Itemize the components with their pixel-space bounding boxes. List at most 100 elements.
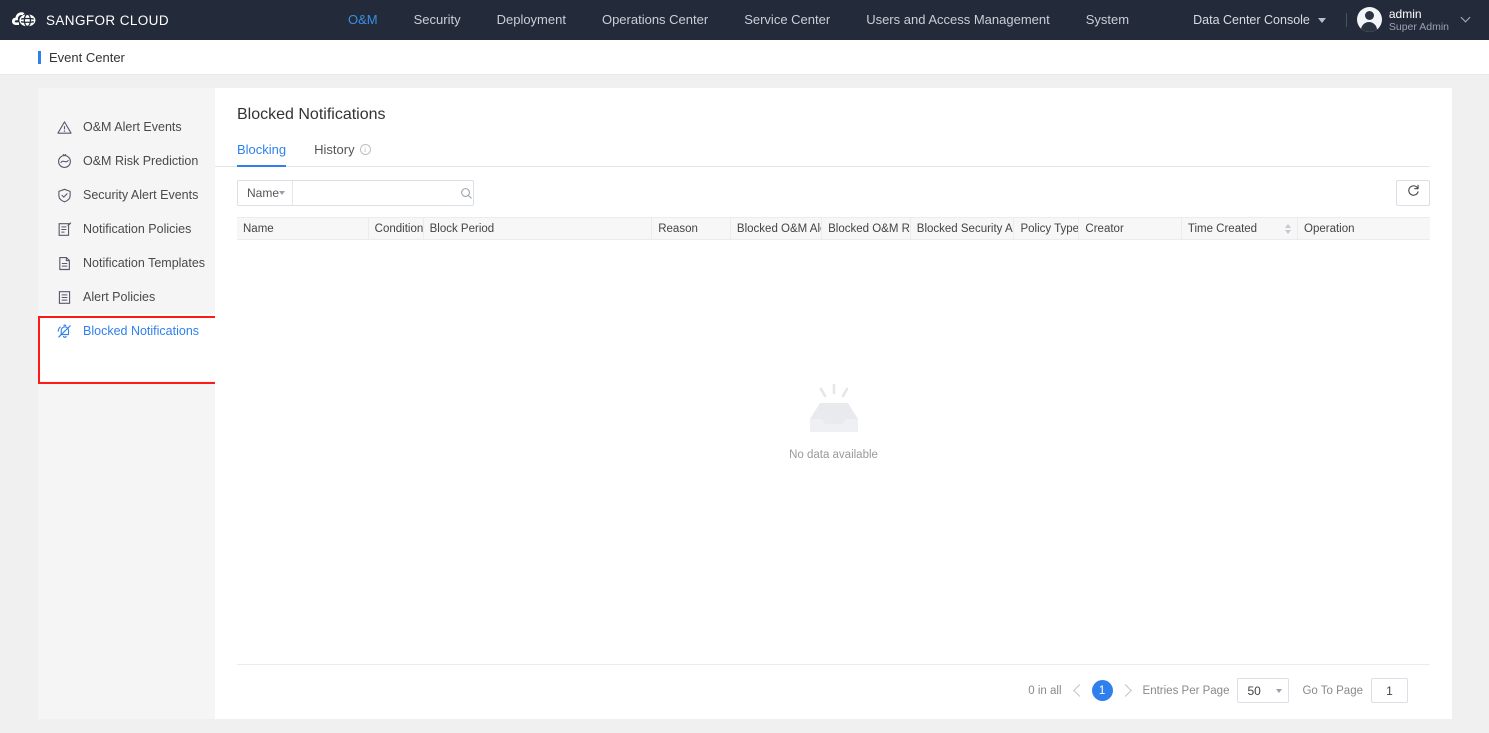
empty-state-text: No data available	[789, 449, 878, 461]
avatar	[1356, 7, 1382, 33]
bell-muted-icon	[57, 323, 72, 339]
column-label: Blocked O&M Risks	[828, 222, 910, 235]
console-selector[interactable]: Data Center Console	[1183, 13, 1336, 27]
column-label: Policy Type	[1020, 222, 1079, 235]
cloud-logo-icon	[12, 9, 38, 31]
sidebar-item-label: Alert Policies	[83, 290, 156, 304]
blocked-notifications-table: Name Conditions Block Period Reason Bloc…	[237, 217, 1430, 240]
nav-item-operations-center[interactable]: Operations Center	[584, 0, 726, 40]
tab-label: Blocking	[237, 142, 287, 157]
prev-page-button[interactable]	[1072, 684, 1086, 697]
breadcrumb: Event Center	[0, 40, 1489, 75]
table-toolbar: Name	[215, 167, 1452, 206]
column-label: Operation	[1304, 222, 1355, 235]
total-count-label: 0 in all	[1028, 684, 1062, 697]
sidebar-item-label: Blocked Notifications	[83, 324, 200, 338]
go-to-page-input[interactable]	[1371, 678, 1408, 703]
top-navigation-bar: SANGFOR CLOUD O&M Security Deployment Op…	[0, 0, 1489, 40]
warning-triangle-icon	[57, 120, 72, 135]
column-header-conditions[interactable]: Conditions	[368, 217, 424, 240]
document-edit-icon	[57, 221, 72, 237]
tab-history[interactable]: History i	[314, 142, 371, 166]
sidebar-item-security-alert-events[interactable]: Security Alert Events	[38, 178, 215, 212]
risk-prediction-icon	[57, 153, 72, 169]
nav-item-system[interactable]: System	[1068, 0, 1147, 40]
column-header-time-created[interactable]: Time Created	[1181, 217, 1299, 240]
tab-label: History	[314, 142, 355, 157]
document-icon	[57, 256, 72, 271]
page-title: Blocked Notifications	[237, 106, 386, 123]
page-body: O&M Alert Events O&M Risk Prediction Sec…	[0, 75, 1489, 733]
entries-per-page-label: Entries Per Page	[1142, 684, 1230, 697]
entries-per-page-select[interactable]: 50	[1237, 678, 1290, 703]
brand: SANGFOR CLOUD	[0, 9, 330, 31]
brand-name: SANGFOR CLOUD	[46, 12, 169, 28]
sidebar-item-om-risk-prediction[interactable]: O&M Risk Prediction	[38, 144, 215, 178]
column-header-block-period[interactable]: Block Period	[423, 217, 653, 240]
empty-inbox-icon	[802, 383, 866, 440]
column-label: Blocked O&M Alerts	[736, 222, 821, 235]
divider	[1345, 13, 1347, 27]
tab-bar: Blocking History i	[215, 124, 1430, 167]
user-name: admin	[1388, 6, 1422, 21]
sidebar-active-spacer	[38, 348, 215, 381]
column-header-blocked-security-alerts[interactable]: Blocked Security Alerts	[910, 217, 1015, 240]
nav-item-security[interactable]: Security	[396, 0, 479, 40]
console-selector-label: Data Center Console	[1193, 13, 1310, 27]
nav-item-users-access-management[interactable]: Users and Access Management	[848, 0, 1068, 40]
top-nav-right: Data Center Console admin Super Admin	[1183, 0, 1481, 40]
nav-item-deployment[interactable]: Deployment	[479, 0, 584, 40]
column-label: Time Created	[1187, 222, 1258, 235]
sidebar-item-label: O&M Risk Prediction	[83, 154, 199, 168]
nav-item-service-center[interactable]: Service Center	[726, 0, 848, 40]
sidebar-item-label: Notification Templates	[83, 256, 206, 270]
chevron-down-icon	[1317, 17, 1326, 23]
next-page-button[interactable]	[1118, 684, 1132, 697]
empty-state: No data available	[237, 240, 1430, 664]
user-meta: admin Super Admin	[1389, 7, 1449, 34]
sidebar-item-alert-policies[interactable]: Alert Policies	[38, 280, 215, 314]
column-header-name[interactable]: Name	[237, 217, 369, 240]
main-nav: O&M Security Deployment Operations Cente…	[330, 0, 1147, 40]
user-menu[interactable]: admin Super Admin	[1356, 7, 1481, 34]
search-group: Name	[237, 180, 474, 206]
column-label: Blocked Security Alerts	[916, 222, 1013, 235]
column-label: Block Period	[429, 222, 495, 235]
info-icon[interactable]: i	[359, 144, 371, 155]
sidebar-item-notification-policies[interactable]: Notification Policies	[38, 212, 215, 246]
chevron-down-icon	[1276, 688, 1283, 693]
nav-item-om[interactable]: O&M	[330, 0, 396, 40]
column-header-operation[interactable]: Operation	[1297, 217, 1430, 240]
sidebar-item-blocked-notifications[interactable]: Blocked Notifications	[38, 314, 215, 348]
user-role: Super Admin	[1388, 20, 1449, 33]
filter-field-label: Name	[247, 186, 280, 200]
entries-per-page-value: 50	[1247, 683, 1261, 698]
sidebar: O&M Alert Events O&M Risk Prediction Sec…	[38, 88, 236, 719]
sidebar-item-label: Notification Policies	[83, 222, 192, 236]
column-header-blocked-om-alerts[interactable]: Blocked O&M Alerts	[730, 217, 823, 240]
column-header-policy-type[interactable]: Policy Type	[1013, 217, 1080, 240]
refresh-icon	[1407, 184, 1420, 202]
search-icon[interactable]	[460, 187, 473, 200]
column-header-creator[interactable]: Creator	[1078, 217, 1182, 240]
sort-indicator-icon[interactable]	[1285, 223, 1292, 234]
pagination: 0 in all 1 Entries Per Page 50 Go To Pag…	[237, 664, 1430, 719]
page-number-1[interactable]: 1	[1091, 680, 1113, 701]
list-document-icon	[57, 290, 72, 305]
chevron-down-icon	[1460, 13, 1471, 23]
column-header-reason[interactable]: Reason	[651, 217, 731, 240]
refresh-button[interactable]	[1396, 180, 1430, 206]
search-input[interactable]	[293, 181, 461, 205]
content-panel: Blocked Notifications Blocking History i…	[215, 88, 1452, 719]
sidebar-item-label: Security Alert Events	[83, 188, 199, 202]
column-label: Creator	[1085, 222, 1124, 235]
tab-blocking[interactable]: Blocking	[237, 142, 287, 167]
column-header-blocked-om-risks[interactable]: Blocked O&M Risks	[821, 217, 911, 240]
filter-field-select[interactable]: Name	[238, 181, 294, 205]
sidebar-item-notification-templates[interactable]: Notification Templates	[38, 246, 215, 280]
column-label: Name	[243, 222, 274, 235]
sidebar-item-label: O&M Alert Events	[83, 120, 182, 134]
sidebar-item-om-alert-events[interactable]: O&M Alert Events	[38, 110, 215, 144]
breadcrumb-accent	[38, 50, 41, 64]
shield-check-icon	[57, 188, 72, 203]
